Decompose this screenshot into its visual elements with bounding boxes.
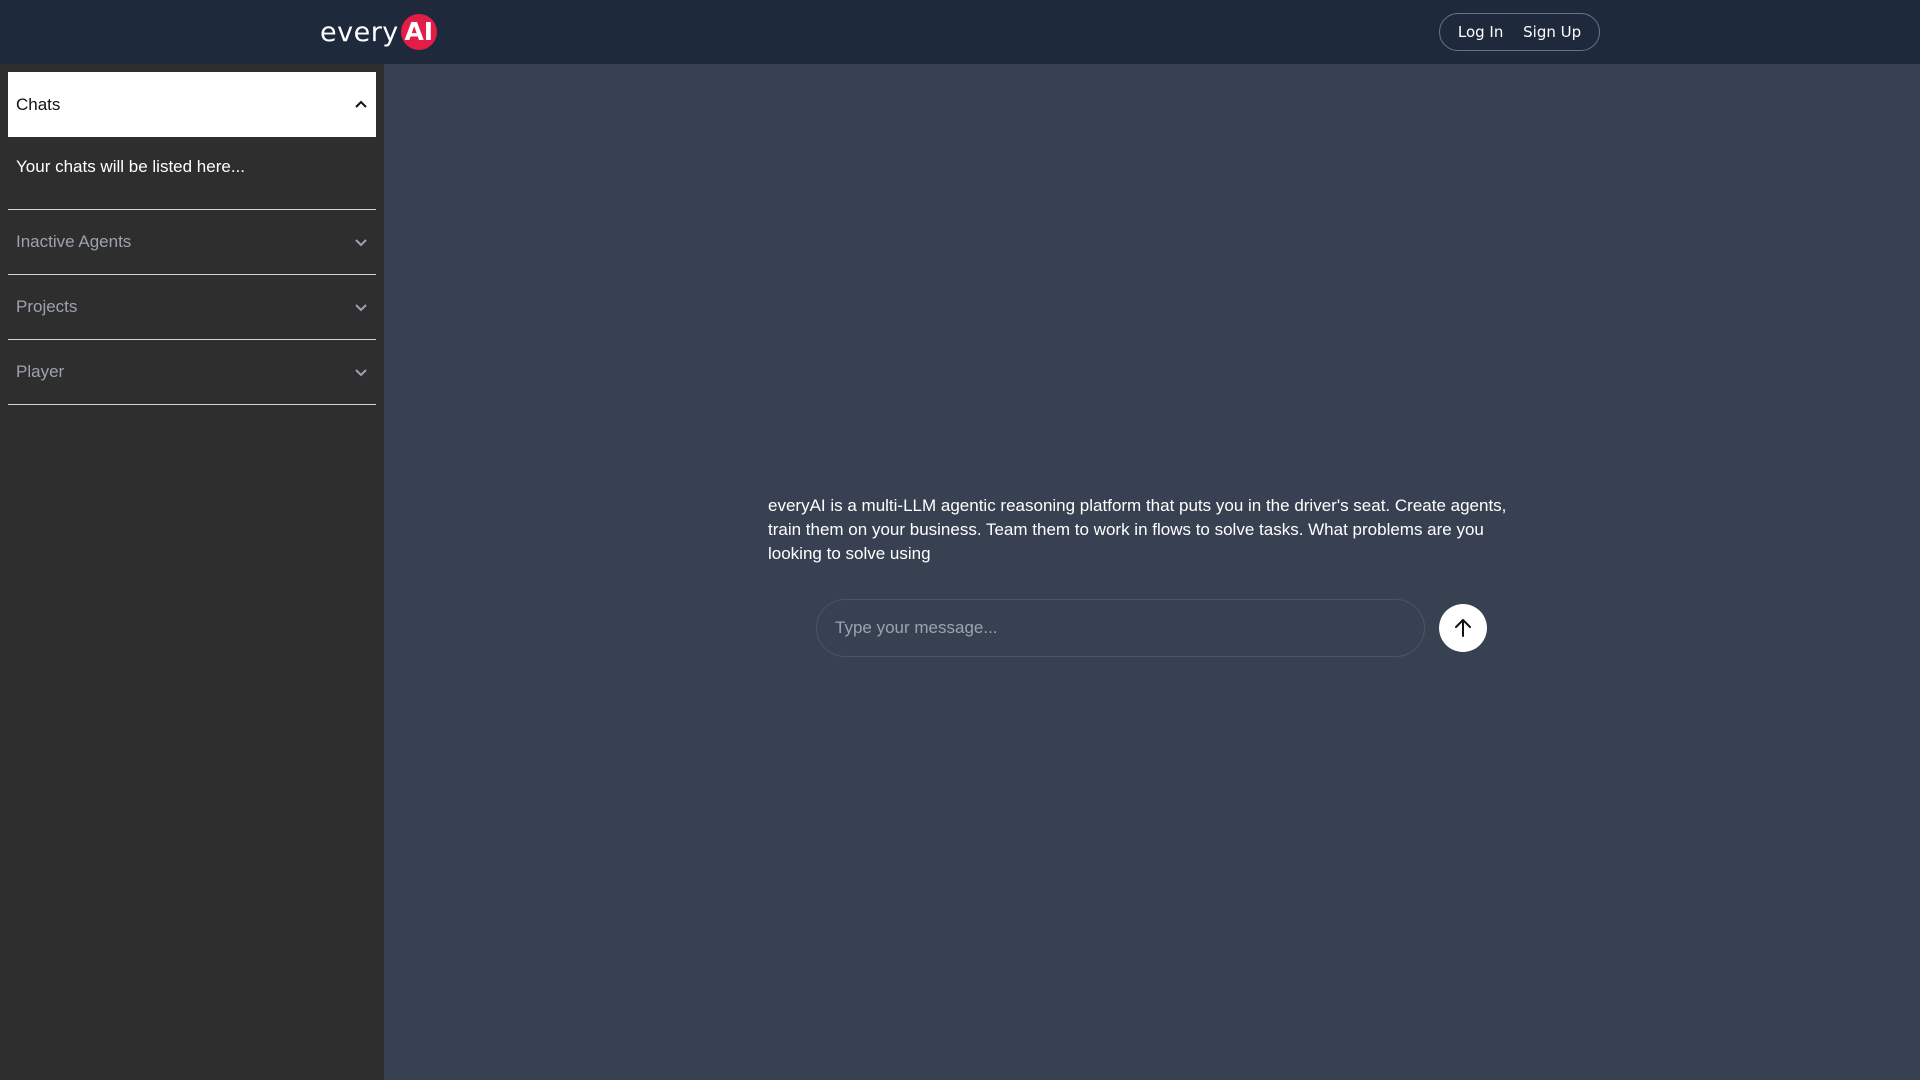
sidebar-item-inactive-agents[interactable]: Inactive Agents	[8, 209, 376, 274]
chevron-down-icon	[355, 239, 367, 247]
logo-badge: AI	[400, 14, 437, 50]
top-header: every AI Log In Sign Up	[0, 0, 1920, 64]
chats-accordion-header[interactable]: Chats	[8, 72, 376, 137]
sidebar-divider	[8, 404, 376, 405]
arrow-up-icon	[1455, 619, 1471, 637]
intro-text: everyAI is a multi-LLM agentic reasoning…	[768, 496, 1507, 563]
login-button[interactable]: Log In	[1458, 23, 1504, 41]
sidebar: Chats Your chats will be listed here... …	[0, 64, 384, 1080]
logo[interactable]: every AI	[320, 14, 437, 50]
send-button[interactable]	[1439, 604, 1487, 652]
chevron-up-icon	[355, 100, 367, 108]
chevron-down-icon	[355, 369, 367, 377]
signup-button[interactable]: Sign Up	[1523, 23, 1581, 41]
auth-buttons: Log In Sign Up	[1439, 13, 1600, 51]
message-composer	[816, 599, 1425, 657]
message-input[interactable]	[817, 600, 1424, 656]
logo-text: every	[320, 16, 399, 48]
sidebar-item-label: Player	[16, 362, 65, 381]
sidebar-item-player[interactable]: Player	[8, 339, 376, 404]
chats-label: Chats	[16, 94, 61, 114]
sidebar-item-label: Inactive Agents	[16, 232, 132, 251]
chevron-down-icon	[355, 304, 367, 312]
chats-empty-message: Your chats will be listed here...	[16, 157, 245, 176]
sidebar-item-label: Projects	[16, 297, 78, 316]
main-panel: everyAI is a multi-LLM agentic reasoning…	[384, 64, 1920, 1080]
sidebar-item-projects[interactable]: Projects	[8, 274, 376, 339]
